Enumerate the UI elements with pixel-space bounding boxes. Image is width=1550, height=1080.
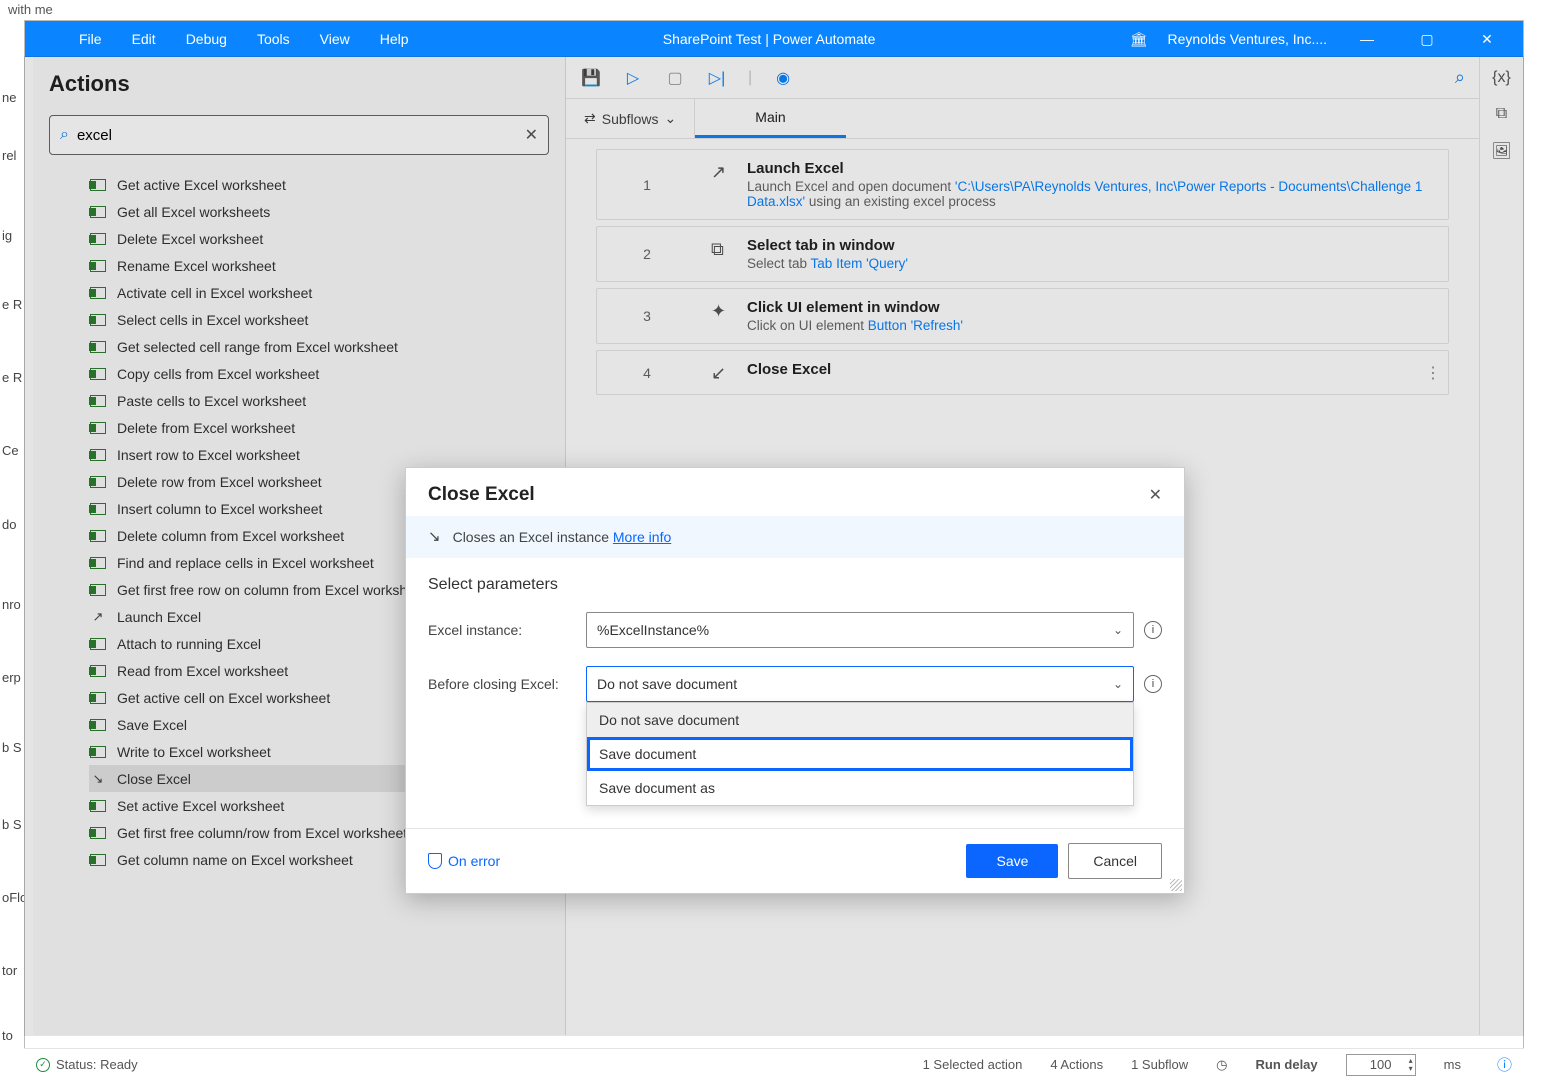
section-title: Select parameters [428,576,1162,594]
dialog-close-icon[interactable]: ✕ [1149,485,1162,505]
save-button[interactable]: Save [966,844,1058,878]
edge-frag: ig [2,228,12,243]
dialog-resize-grip[interactable] [1170,879,1182,891]
before-closing-dropdown: Do not save document Save document Save … [586,702,1134,806]
chevron-down-icon: ⌄ [1113,677,1123,691]
titlebar: File Edit Debug Tools View Help SharePoi… [25,21,1523,57]
org-icon: 🏛 [1130,31,1148,48]
dd-option-save-document[interactable]: Save document [587,737,1133,771]
before-closing-field[interactable]: Do not save document ⌄ [586,666,1134,702]
edge-frag: Ce [2,443,19,458]
menu-view[interactable]: View [320,31,350,47]
status-subflows: 1 Subflow [1131,1057,1188,1072]
cancel-button[interactable]: Cancel [1068,843,1162,879]
close-window-button[interactable]: ✕ [1467,31,1507,48]
on-error-link[interactable]: On error [428,853,500,869]
minimize-button[interactable]: — [1347,31,1387,47]
org-name[interactable]: Reynolds Ventures, Inc.... [1167,31,1327,47]
outer-text-fragment: with me [8,2,53,17]
on-error-label: On error [448,853,500,869]
edge-frag: rel [2,148,16,163]
window-title: SharePoint Test | Power Automate [409,31,1130,47]
menu-file[interactable]: File [79,31,102,47]
close-excel-dialog: Close Excel ✕ ↗ Closes an Excel instance… [405,467,1185,894]
dialog-title: Close Excel [428,484,535,506]
edge-frag: tor [2,963,17,978]
excel-instance-field[interactable]: %ExcelInstance% ⌄ [586,612,1134,648]
menu-tools[interactable]: Tools [257,31,290,47]
status-info-icon[interactable]: ⓘ [1497,1054,1512,1075]
info-icon[interactable]: i [1144,621,1162,639]
dialog-info-text: Closes an Excel instance [453,529,613,545]
dialog-info-bar: ↗ Closes an Excel instance More info [406,516,1184,558]
more-info-link[interactable]: More info [613,529,671,545]
edge-frag: nro [2,597,21,612]
menu-debug[interactable]: Debug [186,31,227,47]
clock-icon: ◷ [1216,1057,1227,1073]
edge-frag: erp [2,670,21,685]
statusbar: ✓ Status: Ready 1 Selected action 4 Acti… [24,1048,1524,1080]
edge-frag: do [2,517,16,532]
run-delay-value: 100 [1370,1057,1392,1072]
maximize-button[interactable]: ▢ [1407,31,1447,48]
edge-frag: e R [2,370,22,385]
status-ready: Status: Ready [56,1057,138,1072]
menu-help[interactable]: Help [380,31,409,47]
menu-edit[interactable]: Edit [132,31,156,47]
before-closing-label: Before closing Excel: [428,676,572,692]
main-menu: File Edit Debug Tools View Help [25,31,409,47]
edge-frag: ne [2,90,16,105]
run-delay-label: Run delay [1256,1057,1318,1072]
close-excel-icon: ↗ [428,528,441,546]
status-actions: 4 Actions [1050,1057,1103,1072]
excel-instance-label: Excel instance: [428,622,572,638]
dd-option-save-document-as[interactable]: Save document as [587,771,1133,805]
chevron-down-icon: ⌄ [1113,623,1123,637]
edge-frag: b S [2,817,22,832]
status-ok-icon: ✓ [36,1058,50,1072]
run-delay-unit: ms [1444,1057,1461,1072]
run-delay-input[interactable]: 100 ▴▾ [1346,1054,1416,1076]
excel-instance-value: %ExcelInstance% [597,622,709,638]
shield-icon [428,853,442,869]
status-selected: 1 Selected action [923,1057,1023,1072]
info-icon[interactable]: i [1144,675,1162,693]
edge-frag: e R [2,297,22,312]
edge-frag: to [2,1028,13,1043]
dd-option-do-not-save[interactable]: Do not save document [587,703,1133,737]
edge-frag: b S [2,740,22,755]
before-closing-value: Do not save document [597,676,737,692]
